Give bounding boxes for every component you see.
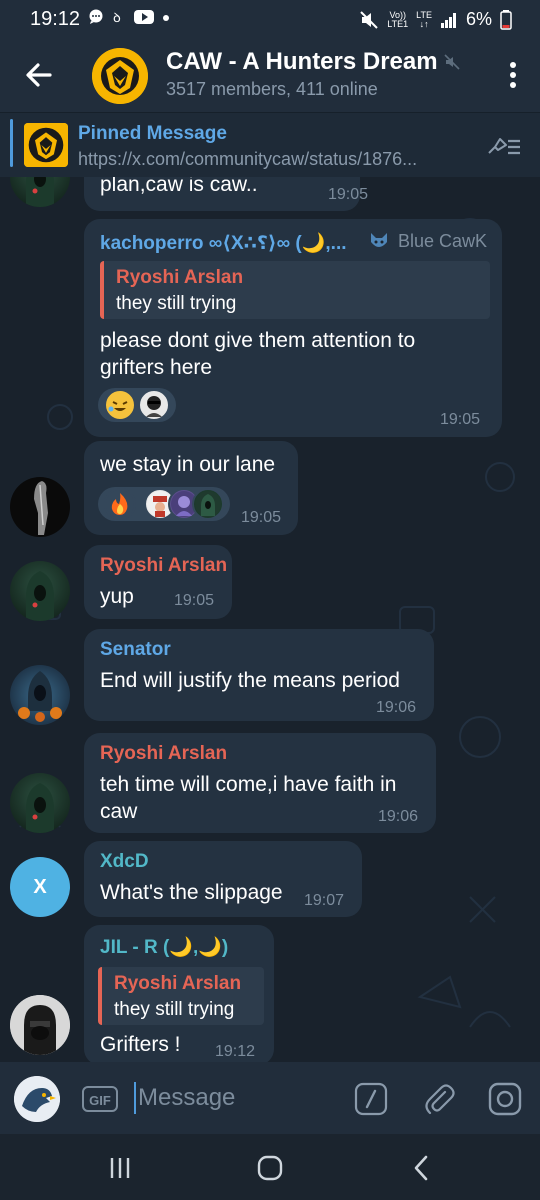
- message-text: Grifters !: [100, 1033, 181, 1056]
- nav-back-icon[interactable]: [406, 1152, 438, 1184]
- member-badge: Blue CawK: [398, 231, 488, 251]
- reaction-group[interactable]: [98, 487, 230, 521]
- chat-bubble-icon: [89, 9, 103, 24]
- message-text: plan,caw is caw..: [100, 177, 258, 196]
- commands-icon[interactable]: [354, 1082, 388, 1116]
- home-icon[interactable]: [254, 1152, 286, 1184]
- avatar[interactable]: [10, 477, 70, 537]
- lion-logo-icon: [24, 123, 68, 167]
- sender-name[interactable]: XdcD: [100, 851, 149, 873]
- recent-apps-icon[interactable]: [104, 1152, 136, 1184]
- wolf-badge-icon: [371, 233, 387, 247]
- avatar[interactable]: X: [10, 857, 70, 917]
- message-bubble[interactable]: Ryoshi Arslan yup 19:05: [84, 545, 232, 619]
- text-cursor: [134, 1082, 136, 1114]
- sender-name[interactable]: kachoperro ∞⟨X∴⸮⟩∞ (🌙,...: [100, 231, 347, 255]
- message-input-bar: GIF: [0, 1062, 540, 1134]
- pinned-list-icon[interactable]: [486, 133, 522, 159]
- message-bubble[interactable]: Ryoshi Arslan teh time will come,i have …: [84, 733, 436, 833]
- sender-name[interactable]: Ryoshi Arslan: [100, 743, 227, 765]
- message-text: we stay in our lane: [100, 453, 276, 476]
- message-time: 19:05: [440, 411, 481, 428]
- chat-header: CAW - A Hunters Dream 3517 members, 411 …: [0, 38, 540, 112]
- message-time: 19:05: [241, 509, 282, 526]
- message-input[interactable]: [138, 1082, 338, 1114]
- pinned-message-bar[interactable]: Pinned Message https://x.com/communityca…: [0, 112, 540, 177]
- member-count: 3517 members, 411 online: [166, 79, 378, 99]
- status-bar: 19:12 ꝺ Vo)) LTE1 LTE ↓↑ 6%: [0, 0, 540, 38]
- reply-text: they still trying: [116, 293, 237, 314]
- avatar[interactable]: [10, 665, 70, 725]
- sender-name[interactable]: Senator: [100, 639, 171, 661]
- avatar-initial: X: [33, 876, 47, 898]
- message-bubble[interactable]: Senator End will justify the means perio…: [84, 629, 434, 721]
- phone-sync-icon: ꝺ: [113, 11, 121, 25]
- reply-quote[interactable]: Ryoshi Arslan they still trying: [98, 967, 264, 1025]
- attach-icon[interactable]: [422, 1082, 456, 1116]
- lte-indicator: LTE ↓↑: [416, 9, 432, 29]
- message-text: What's the slippage: [100, 881, 283, 904]
- message-text: please dont give them attention to grift…: [100, 329, 416, 379]
- standing-figure-icon: [34, 481, 48, 535]
- reply-sender: Ryoshi Arslan: [116, 267, 244, 288]
- message-time: 19:05: [328, 186, 369, 203]
- avatar[interactable]: [10, 773, 70, 833]
- muted-icon: [444, 54, 460, 70]
- wizard-figure-icon: [18, 671, 62, 722]
- masked-person-icon: [10, 995, 70, 1055]
- message-time: 19:06: [378, 808, 419, 825]
- reply-quote[interactable]: Ryoshi Arslan they still trying: [100, 261, 490, 319]
- dot-icon: [163, 15, 169, 21]
- svg-text:ꝺ: ꝺ: [113, 11, 121, 25]
- avatar[interactable]: [10, 561, 70, 621]
- lion-logo-icon: [92, 48, 148, 104]
- rofl-emoji-icon: [104, 389, 136, 421]
- message-time: 19:07: [304, 892, 345, 909]
- reactor-avatar: [192, 488, 224, 520]
- message-time: 19:05: [174, 592, 215, 609]
- send-as-avatar[interactable]: [14, 1076, 60, 1122]
- message-time: 19:12: [215, 1043, 256, 1060]
- volte-indicator: Vo)) LTE1: [387, 9, 409, 29]
- message-bubble[interactable]: plan,caw is caw.. 19:05: [84, 177, 368, 211]
- hooded-figure-icon: [26, 571, 54, 621]
- notification-icons: ꝺ: [88, 9, 170, 25]
- status-time: 19:12: [30, 8, 81, 30]
- reply-sender: Ryoshi Arslan: [114, 973, 242, 994]
- pinned-link[interactable]: https://x.com/communitycaw/status/1876..…: [78, 149, 478, 170]
- pin-indicator: [10, 119, 13, 167]
- mute-status-icon: [360, 10, 379, 29]
- reply-text: they still trying: [114, 999, 235, 1020]
- more-vert-icon[interactable]: [506, 60, 520, 90]
- message-text: End will justify the means period: [100, 669, 400, 692]
- youtube-icon: [134, 10, 154, 24]
- fire-emoji-icon: [104, 488, 136, 520]
- signal-icon: [440, 12, 456, 28]
- group-avatar[interactable]: [92, 48, 148, 104]
- message-bubble[interactable]: JIL - R (🌙,🌙) Ryoshi Arslan they still t…: [84, 925, 274, 1062]
- battery-icon: [500, 9, 512, 30]
- sender-name[interactable]: JIL - R (🌙,🌙): [100, 935, 228, 959]
- avatar[interactable]: [10, 995, 70, 1055]
- message-text: yup: [100, 585, 134, 608]
- message-time: 19:06: [376, 699, 417, 716]
- pinned-thumbnail: [24, 123, 68, 167]
- reaction-group[interactable]: [98, 388, 176, 422]
- reactor-avatar: [138, 389, 170, 421]
- message-bubble[interactable]: XdcD What's the slippage 19:07: [84, 841, 362, 917]
- eagle-avatar-icon: [14, 1076, 60, 1122]
- sender-name[interactable]: Ryoshi Arslan: [100, 555, 227, 577]
- system-nav-bar: [0, 1134, 540, 1200]
- pinned-title: Pinned Message: [78, 123, 227, 144]
- status-right: Vo)) LTE1 LTE ↓↑ 6%: [359, 9, 512, 30]
- hooded-figure-icon: [26, 783, 54, 833]
- camera-icon[interactable]: [488, 1082, 522, 1116]
- gif-button[interactable]: GIF: [82, 1086, 118, 1112]
- back-arrow-icon[interactable]: [22, 58, 56, 92]
- battery-percent: 6%: [465, 9, 492, 29]
- chat-area[interactable]: plan,caw is caw.. 19:05 kachoperro ∞⟨X∴⸮…: [0, 177, 540, 1062]
- message-bubble[interactable]: we stay in our lane 19:05: [84, 441, 298, 535]
- group-title[interactable]: CAW - A Hunters Dream: [166, 48, 438, 76]
- message-bubble[interactable]: kachoperro ∞⟨X∴⸮⟩∞ (🌙,... Blue CawK Ryos…: [84, 219, 502, 437]
